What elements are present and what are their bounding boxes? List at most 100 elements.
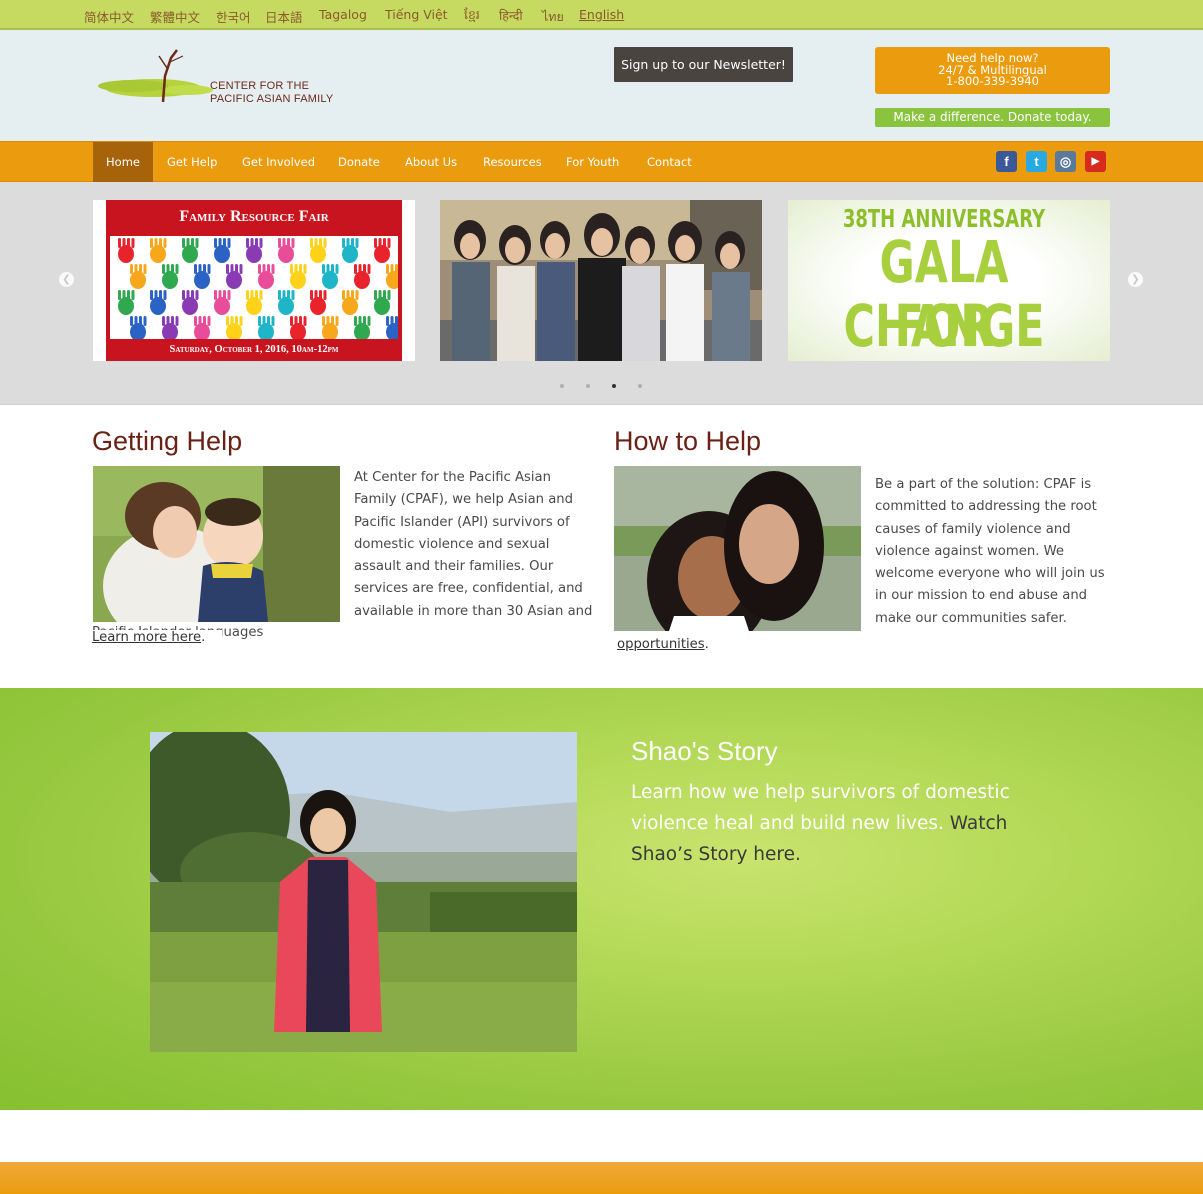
two-women-photo (614, 466, 861, 631)
handprint-finger (282, 238, 286, 248)
handprint-finger (342, 290, 345, 300)
carousel-dot-1[interactable] (560, 384, 564, 388)
language-link-khmer[interactable]: ខ្មែរ (464, 7, 480, 26)
helpline-button[interactable]: Need help now? 24/7 & Multilingual 1-800… (875, 47, 1110, 94)
handprint-finger (390, 264, 394, 274)
handprint-finger (122, 238, 126, 248)
handprint-finger (239, 264, 243, 274)
handprint-finger (255, 290, 258, 300)
opportunities-link[interactable]: opportunities. (617, 637, 709, 652)
getting-help-text: At Center for the Pacific Asian Family (… (354, 470, 593, 619)
language-link-japanese[interactable]: 日本語 (265, 7, 303, 26)
donate-today-button[interactable]: Make a difference. Donate today. (875, 108, 1110, 127)
handprint-finger (374, 290, 377, 300)
handprint-finger (290, 316, 293, 326)
handprint-finger (235, 264, 238, 274)
handprint-finger (127, 238, 130, 248)
handprint-finger (299, 264, 302, 274)
handprint-finger (171, 316, 174, 326)
slide-group-photo[interactable] (440, 200, 762, 361)
language-link-hindi[interactable]: हिन्दी (499, 7, 523, 24)
handprint-finger (363, 316, 366, 326)
nav-item-for-youth[interactable]: For Youth (566, 142, 619, 182)
handprint-finger (239, 316, 243, 326)
handprint-finger (326, 316, 330, 326)
shao-photo[interactable] (150, 732, 577, 1052)
handprint-finger (175, 316, 179, 326)
learn-more-link[interactable]: Learn more here. (92, 630, 222, 648)
handprint-finger (227, 290, 231, 300)
handprint-finger (162, 264, 165, 274)
how-to-help-heading: How to Help (614, 426, 762, 456)
handprint-finger (127, 290, 130, 300)
handprint-finger (387, 238, 391, 248)
nav-item-donate[interactable]: Donate (338, 142, 380, 182)
handprint-finger (303, 264, 307, 274)
carousel-next-arrow-icon[interactable]: ❯ (1128, 272, 1143, 287)
handprint-finger (143, 316, 147, 326)
language-link-simplified-chinese[interactable]: 简体中文 (84, 7, 134, 26)
language-link-korean[interactable]: 한국어 (216, 7, 251, 26)
handprint-finger (175, 264, 179, 274)
facebook-icon[interactable]: f (996, 151, 1017, 172)
handprint-finger (259, 290, 263, 300)
handprint-finger (363, 264, 366, 274)
handprint-finger (314, 290, 318, 300)
nav-item-resources[interactable]: Resources (483, 142, 542, 182)
handprint-finger (227, 238, 231, 248)
youtube-icon[interactable]: ▶ (1085, 151, 1106, 172)
handprint-finger (191, 238, 194, 248)
handprint-finger (271, 316, 275, 326)
handprint-finger (358, 264, 362, 274)
handprint-finger (323, 290, 327, 300)
handprint-finger (386, 316, 389, 326)
handprint-finger (203, 316, 206, 326)
handprint-finger (118, 290, 121, 300)
language-link-thai[interactable]: ไทย (542, 7, 564, 27)
footer-bar (0, 1162, 1203, 1194)
instagram-icon[interactable]: ◎ (1055, 151, 1076, 172)
handprint-finger (159, 290, 162, 300)
handprint-finger (354, 316, 357, 326)
slide-family-resource-fair[interactable]: Family Resource Fair Saturday, October 1… (93, 200, 415, 361)
handprint-finger (383, 290, 386, 300)
carousel-dot-4[interactable] (638, 384, 642, 388)
handprint-finger (294, 264, 298, 274)
handprint-finger (191, 290, 194, 300)
newsletter-signup-button[interactable]: Sign up to our Newsletter! (614, 47, 793, 82)
handprint-finger (351, 290, 354, 300)
handprint-finger (230, 316, 234, 326)
handprint-finger (150, 238, 153, 248)
handprint-finger (290, 264, 293, 274)
language-link-english[interactable]: English (579, 7, 624, 22)
handprint-finger (223, 238, 226, 248)
handprint-finger (358, 316, 362, 326)
story-text: Learn how we help survivors of domestic … (631, 777, 1071, 870)
carousel-prev-arrow-icon[interactable]: ❮ (59, 272, 74, 287)
handprint-finger (198, 316, 202, 326)
language-link-tagalog[interactable]: Tagalog (319, 7, 367, 22)
handprint-finger (246, 290, 249, 300)
slide-gala-for-change[interactable]: 38TH ANNIVERSARY GALA FOR CHANGE (788, 200, 1110, 361)
handprint-finger (159, 238, 162, 248)
handprint-finger (230, 264, 234, 274)
handprint-finger (258, 264, 261, 274)
mother-child-photo (93, 466, 340, 622)
twitter-icon[interactable]: t (1026, 151, 1047, 172)
handprint-finger (331, 316, 334, 326)
handprint-finger (122, 290, 126, 300)
nav-item-contact[interactable]: Contact (647, 142, 692, 182)
language-link-vietnamese[interactable]: Tiếng Việt (385, 7, 448, 22)
handprint-finger (163, 238, 167, 248)
nav-item-get-involved[interactable]: Get Involved (242, 142, 315, 182)
carousel-dot-2[interactable] (586, 384, 590, 388)
handprint-finger (214, 238, 217, 248)
handprint-finger (395, 316, 398, 326)
nav-item-home[interactable]: Home (93, 142, 153, 182)
nav-item-about-us[interactable]: About Us (405, 142, 457, 182)
logo-text[interactable]: CENTER FOR THE PACIFIC ASIAN FAMILY (210, 80, 333, 105)
carousel-dot-3[interactable] (612, 384, 616, 388)
language-link-traditional-chinese[interactable]: 繁體中文 (150, 7, 200, 26)
nav-item-get-help[interactable]: Get Help (167, 142, 217, 182)
handprint-finger (262, 264, 266, 274)
